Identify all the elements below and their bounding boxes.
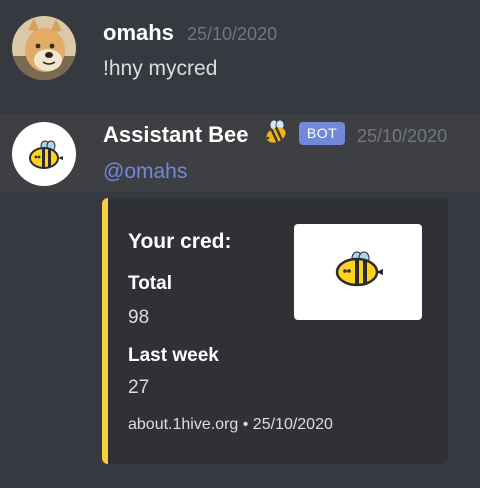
message-content: !hny mycred [103,57,218,80]
cred-embed: Your cred: Total 98 Last week 27 about.1… [102,198,448,464]
message-omahs: omahs 25/10/2020 !hny mycred [0,0,480,110]
message-timestamp: 25/10/2020 [187,24,278,44]
field-name-last-week: Last week [128,345,219,366]
user-mention[interactable]: @omahs [103,158,187,186]
bot-message-timestamp: 25/10/2020 [357,126,448,146]
author-name[interactable]: omahs [103,20,174,46]
bot-author-name[interactable]: Assistant Bee [103,122,249,148]
bot-avatar[interactable] [12,122,76,186]
user-avatar[interactable] [12,16,76,80]
embed-footer: about.1hive.org • 25/10/2020 [128,416,333,433]
embed-thumbnail[interactable] [294,224,422,320]
bot-badge: BOT [299,122,345,145]
field-value-total: 98 [128,307,150,328]
field-name-total: Total [128,273,172,294]
embed-accent-bar [102,198,108,464]
embed-title: Your cred: [128,230,232,253]
bee-icon [261,118,291,146]
bee-avatar-icon [29,140,63,169]
field-value-last-week: 27 [128,377,150,398]
bee-thumbnail-icon [335,251,383,287]
doge-avatar-icon [12,16,76,80]
